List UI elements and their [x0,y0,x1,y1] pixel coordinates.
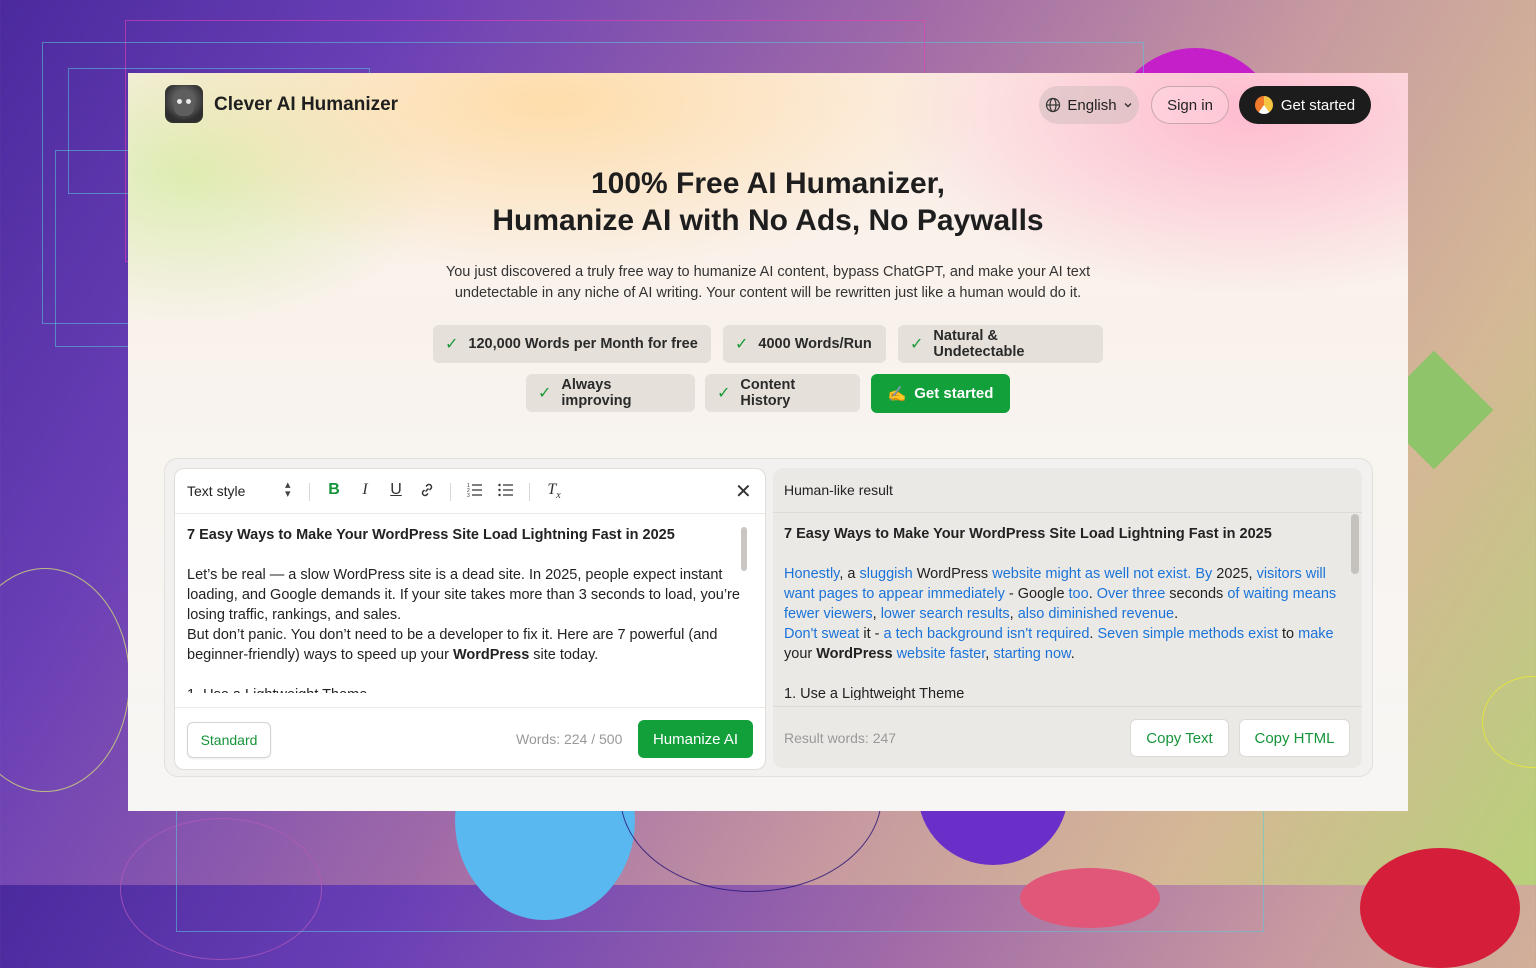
result-footer: Result words: 247 Copy Text Copy HTML [773,706,1362,768]
rocket-icon [1254,96,1273,114]
toolbar-divider [309,483,310,501]
input-footer: Standard Words: 224 / 500 Humanize AI [175,707,765,769]
feature-label: Natural & Undetectable [933,328,1025,360]
clear-format-button[interactable]: Tx [543,479,565,501]
bullet-list-button[interactable] [495,479,517,501]
result-panel: Human-like result 7 Easy Ways to Make Yo… [773,468,1362,768]
bg-circle-outline-yellow [1482,676,1536,768]
page-title: 100% Free AI Humanizer, Humanize AI with… [128,165,1408,239]
bullet-list-icon [498,483,513,497]
hero-subtitle: You just discovered a truly free way to … [445,264,1091,301]
link-button[interactable] [416,479,438,501]
underline-button[interactable]: U [385,479,407,501]
feature-chip: ✓ 4000 Words/Run [723,325,886,363]
result-text[interactable]: 7 Easy Ways to Make Your WordPress Site … [784,524,1339,700]
close-icon[interactable]: ✕ [735,479,752,504]
title-line-1: 100% Free AI Humanizer, [590,167,946,200]
result-paragraph: Honestly, a sluggish WordPress website m… [784,566,1337,622]
chevron-down-icon [1124,103,1132,108]
result-paragraph: Don't sweat it - a tech background isn't… [784,626,1334,662]
feature-chip: ✓ Always improving [526,374,695,412]
editor-toolbar: Text style ▴ ▾ B I U 1 2 3 Tx ✕ [175,469,765,514]
cta-label: Get started [914,385,994,402]
check-icon: ✓ [538,385,552,402]
brand-name[interactable]: Clever AI Humanizer [214,94,398,116]
mode-standard-button[interactable]: Standard [187,722,271,758]
logo-icon[interactable] [165,85,203,123]
bg-circle-red [1360,848,1520,968]
result-title: 7 Easy Ways to Make Your WordPress Site … [784,526,1272,542]
result-scrollbar[interactable] [1351,514,1359,574]
feature-label: Always improving [561,377,632,409]
check-icon: ✓ [717,385,731,402]
toolbar-divider [529,483,530,501]
ordered-list-button[interactable]: 1 2 3 [464,479,486,501]
input-paragraph: But don’t panic. You don’t need to be a … [187,627,718,663]
globe-icon [1046,97,1061,113]
input-scrollbar[interactable] [741,527,749,693]
toolbar-divider [450,483,451,501]
text-style-select[interactable]: Text style [187,483,245,499]
feature-chip: ✓ Content History [705,374,860,412]
language-label: English [1067,96,1117,114]
title-line-2: Humanize AI with No Ads, No Paywalls [492,204,1044,237]
copy-html-button[interactable]: Copy HTML [1239,719,1350,757]
feature-label: 120,000 Words per Month for free [468,336,698,352]
writing-hand-icon: ✍️ [887,385,907,403]
result-list-item: 1. Use a Lightweight Theme [784,686,965,700]
feature-chip: ✓ 120,000 Words per Month for free [433,325,711,363]
check-icon: ✓ [445,336,459,353]
main-card: Clever AI Humanizer English Sign in Get … [128,73,1408,811]
ordered-list-icon: 1 2 3 [467,483,482,499]
check-icon: ✓ [910,336,924,353]
feature-chip: ✓ Natural & Undetectable [898,325,1103,363]
copy-text-button[interactable]: Copy Text [1130,719,1229,757]
link-icon [421,483,433,497]
svg-text:3: 3 [467,493,470,498]
bold-button[interactable]: B [323,479,345,501]
feature-label: Content History [740,377,796,409]
header-get-started-button[interactable]: Get started [1239,86,1371,124]
check-icon: ✓ [735,336,749,353]
bg-line [176,810,1264,932]
get-started-label: Get started [1280,96,1356,114]
feature-label: 4000 Words/Run [758,336,872,352]
word-count: Words: 224 / 500 [516,731,623,747]
humanize-button[interactable]: Humanize AI [638,720,753,758]
hero-get-started-button[interactable]: ✍️ Get started [871,374,1010,413]
result-label: Human-like result [784,482,893,498]
italic-button[interactable]: I [354,479,376,501]
bg-circle-outline [0,568,130,792]
input-title: 7 Easy Ways to Make Your WordPress Site … [187,527,675,543]
humanizer-panel: Text style ▴ ▾ B I U 1 2 3 Tx ✕ 7 Easy W… [164,458,1373,777]
input-paragraph: Let’s be real — a slow WordPress site is… [187,567,740,623]
input-text[interactable]: 7 Easy Ways to Make Your WordPress Site … [187,525,743,693]
select-arrows-icon: ▴ ▾ [285,479,291,500]
sign-in-button[interactable]: Sign in [1151,86,1229,124]
result-header: Human-like result [773,468,1362,513]
language-selector[interactable]: English [1039,86,1139,124]
input-list-item: 1. Use a Lightweight Theme [187,685,743,693]
result-word-count: Result words: 247 [784,730,897,746]
input-editor: Text style ▴ ▾ B I U 1 2 3 Tx ✕ 7 Easy W… [174,468,766,770]
scrollbar-thumb[interactable] [741,527,747,571]
